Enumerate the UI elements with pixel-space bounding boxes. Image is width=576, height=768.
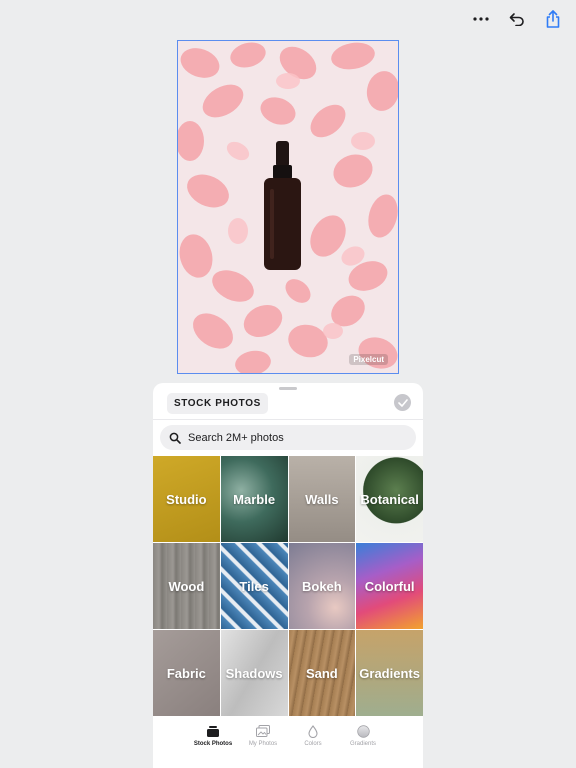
sheet-title: STOCK PHOTOS [167,393,268,414]
category-tile-botanical[interactable]: Botanical [356,456,423,542]
category-label: Sand [305,665,338,681]
category-label: Studio [166,491,207,507]
sheet-header: STOCK PHOTOS [153,391,423,419]
category-tile-wood[interactable]: Wood [153,543,220,629]
header-divider [153,419,423,420]
category-label: Shadows [225,665,283,681]
tab-my-photos[interactable]: My Photos [242,719,284,768]
tab-gradients[interactable]: Gradients [342,719,384,768]
rose-petals-bottle-image [178,41,398,373]
category-tile-tiles[interactable]: Tiles [220,543,288,629]
done-button[interactable] [394,394,411,411]
category-label: Fabric [166,665,206,681]
search-icon [169,432,181,444]
category-tile-fabric[interactable]: Fabric [153,630,220,716]
category-label: Walls [305,491,339,507]
category-label: Wood [168,578,205,594]
category-tile-bokeh[interactable]: Bokeh [288,543,356,629]
stock-photos-icon [206,724,220,738]
search-placeholder: Search 2M+ photos [188,431,284,444]
tab-label: Colors [304,741,322,747]
top-toolbar [470,8,564,30]
category-tile-studio[interactable]: Studio [153,456,220,542]
category-tile-marble[interactable]: Marble [220,456,288,542]
stock-photos-sheet: STOCK PHOTOS Search 2M+ photos Studio Ma… [153,383,423,768]
photo-canvas[interactable]: Pixelcut [177,40,399,374]
search-input[interactable]: Search 2M+ photos [160,425,416,450]
bottom-tab-bar: Stock Photos My Photos Colors Gradients [153,719,423,768]
category-tile-walls[interactable]: Walls [288,456,356,542]
category-tile-colorful[interactable]: Colorful [356,543,423,629]
tab-label: Gradients [349,741,376,747]
category-label: Bokeh [302,578,342,594]
tab-label: Stock Photos [193,741,233,747]
share-icon[interactable] [542,8,564,30]
undo-icon[interactable] [506,8,528,30]
category-grid: Studio Marble Walls Botanical Wood Tiles… [153,456,423,716]
category-label: Colorful [364,578,415,594]
my-photos-icon [256,724,270,738]
drop-icon [306,724,320,738]
category-tile-shadows[interactable]: Shadows [220,630,288,716]
checkmark-icon [397,398,408,407]
category-label: Marble [233,491,276,507]
gradient-circle-icon [356,724,370,738]
category-label: Botanical [360,491,419,507]
category-tile-gradients[interactable]: Gradients [356,630,423,716]
category-label: Tiles [239,578,269,594]
tab-stock-photos[interactable]: Stock Photos [192,719,234,768]
category-tile-sand[interactable]: Sand [288,630,356,716]
tab-label: My Photos [248,741,278,747]
ellipsis-icon[interactable] [470,8,492,30]
sheet-grabber[interactable] [279,387,297,390]
watermark-label: Pixelcut [349,354,388,365]
category-label: Gradients [359,665,420,681]
tab-colors[interactable]: Colors [292,719,334,768]
